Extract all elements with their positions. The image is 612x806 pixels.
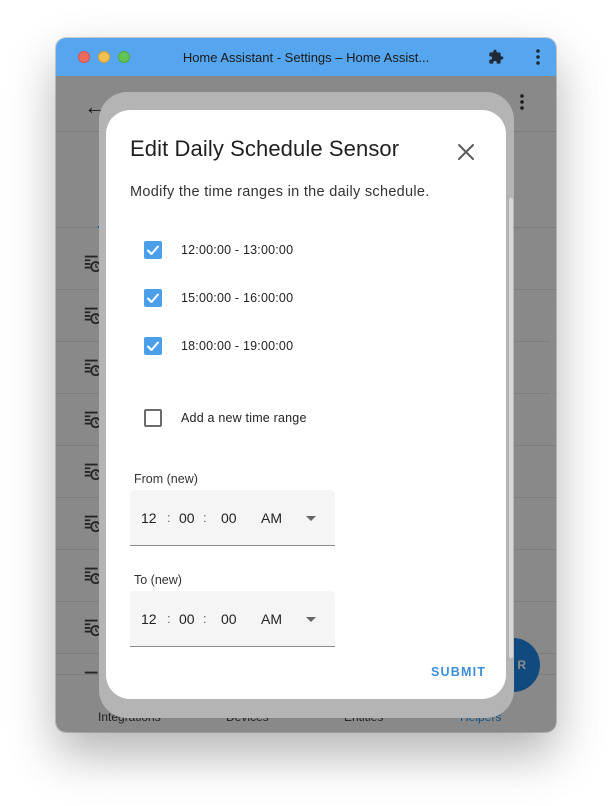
from-time-field[interactable]: 12 : 00 : 00 AM: [130, 490, 335, 546]
minimize-window-button[interactable]: [98, 51, 110, 63]
browser-window: Home Assistant - Settings – Home Assist.…: [56, 38, 556, 732]
close-icon[interactable]: [452, 138, 480, 166]
edit-schedule-dialog: Edit Daily Schedule Sensor Modify the ti…: [106, 110, 506, 699]
time-separator: :: [203, 510, 207, 525]
window-title: Home Assistant - Settings – Home Assist.…: [182, 49, 430, 65]
extensions-puzzle-icon[interactable]: [487, 48, 505, 66]
to-second-input[interactable]: 00: [221, 611, 237, 627]
from-ampm-select[interactable]: AM: [261, 510, 282, 526]
from-field-label: From (new): [134, 472, 198, 486]
time-separator: :: [167, 611, 171, 626]
time-separator: :: [167, 510, 171, 525]
time-range-label: 12:00:00 - 13:00:00: [181, 243, 294, 257]
to-time-field[interactable]: 12 : 00 : 00 AM: [130, 591, 335, 647]
to-field-label: To (new): [134, 573, 182, 587]
time-range-label: 18:00:00 - 19:00:00: [181, 339, 294, 353]
to-ampm-select[interactable]: AM: [261, 611, 282, 627]
from-second-input[interactable]: 00: [221, 510, 237, 526]
traffic-lights: [78, 51, 130, 63]
close-window-button[interactable]: [78, 51, 90, 63]
add-time-range-option[interactable]: Add a new time range: [144, 406, 307, 430]
checkbox-unchecked-icon[interactable]: [144, 409, 162, 427]
browser-menu-kebab-icon[interactable]: [529, 48, 547, 66]
time-range-option[interactable]: 18:00:00 - 19:00:00: [144, 334, 293, 358]
dialog-description: Modify the time ranges in the daily sche…: [130, 184, 430, 200]
time-range-option[interactable]: 15:00:00 - 16:00:00: [144, 286, 293, 310]
page-scrollbar-thumb[interactable]: [550, 304, 554, 432]
time-range-option[interactable]: 12:00:00 - 13:00:00: [144, 238, 293, 262]
checkbox-checked-icon[interactable]: [144, 241, 162, 259]
dialog-title: Edit Daily Schedule Sensor: [130, 136, 400, 161]
submit-button[interactable]: SUBMIT: [431, 665, 486, 679]
dropdown-caret-icon[interactable]: [306, 516, 316, 521]
from-hour-input[interactable]: 12: [141, 510, 157, 526]
checkbox-checked-icon[interactable]: [144, 289, 162, 307]
from-minute-input[interactable]: 00: [179, 510, 195, 526]
to-minute-input[interactable]: 00: [179, 611, 195, 627]
maximize-window-button[interactable]: [118, 51, 130, 63]
dialog-scrollbar-track[interactable]: [509, 198, 513, 658]
to-hour-input[interactable]: 12: [141, 611, 157, 627]
window-titlebar: Home Assistant - Settings – Home Assist.…: [56, 38, 556, 76]
time-range-label: 15:00:00 - 16:00:00: [181, 291, 294, 305]
checkbox-checked-icon[interactable]: [144, 337, 162, 355]
dropdown-caret-icon[interactable]: [306, 617, 316, 622]
time-separator: :: [203, 611, 207, 626]
add-time-range-label: Add a new time range: [181, 411, 307, 425]
